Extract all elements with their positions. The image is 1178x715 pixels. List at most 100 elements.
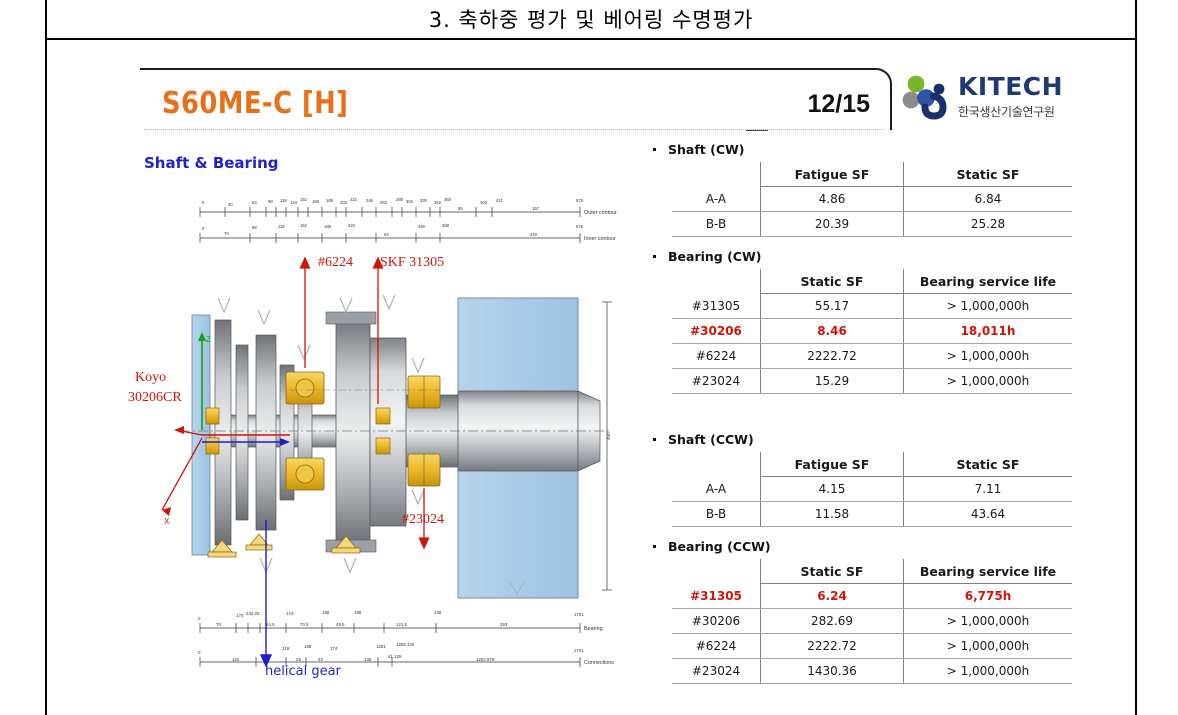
panel-spacer	[650, 398, 1070, 432]
svg-text:220: 220	[530, 232, 538, 237]
svg-text:368: 368	[442, 223, 450, 228]
col-header-0	[672, 452, 761, 477]
caption-text: Bearing (CCW)	[668, 539, 771, 554]
svg-text:49.5: 49.5	[336, 622, 345, 627]
deck-title: S60ME-C [H]	[162, 86, 349, 121]
table-row: #23024 15.29 > 1,000,000h	[672, 368, 1072, 394]
table-row-highlighted: #31305 6.24 6,775h	[672, 583, 1072, 609]
col-header-2: Static SF	[903, 452, 1072, 477]
table-bearing-cw: Static SF Bearing service life #31305 55…	[672, 269, 1072, 394]
svg-text:185: 185	[326, 198, 334, 203]
svg-text:202: 202	[340, 200, 348, 205]
cell-value: 43.64	[903, 501, 1072, 527]
svg-text:166: 166	[312, 199, 320, 204]
caption-bearing-cw: Bearing (CW)	[652, 249, 1070, 264]
cell-value: 18,011h	[903, 318, 1072, 344]
svg-text:0: 0	[198, 650, 201, 655]
svg-text:1701: 1701	[574, 612, 584, 617]
helical-gear-body	[255, 334, 277, 531]
cell-label: #31305	[672, 293, 761, 319]
cell-label: #23024	[672, 658, 761, 684]
bullet-icon	[653, 148, 656, 151]
svg-text:368: 368	[444, 197, 452, 202]
svg-text:44.5: 44.5	[266, 622, 275, 627]
table-bearing-ccw: Static SF Bearing service life #31305 6.…	[672, 559, 1072, 684]
caption-shaft-ccw: Shaft (CCW)	[652, 432, 1070, 447]
svg-text:118: 118	[278, 224, 285, 229]
cell-label: B-B	[672, 211, 761, 237]
col-header-1: Static SF	[760, 559, 904, 584]
annotation-helical-gear: helical gear	[265, 664, 341, 679]
svg-text:98: 98	[268, 199, 273, 204]
svg-text:115: 115	[232, 657, 240, 662]
table-header-row: Fatigue SF Static SF	[672, 162, 1072, 187]
table-row: #30206 282.69 > 1,000,000h	[672, 608, 1072, 634]
svg-text:1258.125: 1258.125	[396, 642, 415, 647]
col-header-2: Bearing service life	[903, 559, 1072, 584]
table-header-row: Static SF Bearing service life	[672, 559, 1072, 584]
cell-value: 2222.72	[760, 343, 904, 369]
kitech-logo: KITECH 한국생산기술연구원	[900, 72, 1080, 128]
kitech-wordmark: KITECH	[958, 72, 1064, 101]
svg-text:121.5: 121.5	[396, 622, 408, 627]
svg-text:222: 222	[350, 197, 358, 202]
svg-text:421: 421	[496, 198, 504, 203]
table-row: B-B 11.58 43.64	[672, 501, 1072, 527]
cell-value: 7.11	[903, 476, 1072, 502]
col-header-1: Fatigue SF	[760, 162, 904, 187]
annotation-bearing-23024: #23024	[402, 512, 444, 527]
svg-text:0: 0	[198, 616, 201, 621]
large-gear	[335, 317, 371, 547]
cell-label: A-A	[672, 186, 761, 212]
svg-text:70: 70	[216, 622, 221, 627]
caption-text: Bearing (CW)	[668, 249, 762, 264]
col-header-2: Static SF	[903, 162, 1072, 187]
results-tables-panel: Shaft (CW) Fatigue SF Static SF A-A 4.86…	[650, 142, 1072, 688]
bullet-icon	[653, 438, 656, 441]
header-connector-tick	[746, 130, 768, 131]
cell-value: > 1,000,000h	[903, 608, 1072, 634]
table-row: #31305 55.17 > 1,000,000h	[672, 293, 1072, 319]
cell-value: > 1,000,000h	[903, 293, 1072, 319]
table-row: A-A 4.15 7.11	[672, 476, 1072, 502]
annotation-koyo-30206cr: 30206CR	[128, 390, 182, 405]
cell-value: > 1,000,000h	[903, 658, 1072, 684]
svg-text:33: 33	[318, 657, 323, 662]
svg-text:25: 25	[296, 657, 301, 662]
table-block-shaft-ccw: Shaft (CCW) Fatigue SF Static SF A-A 4.1…	[650, 432, 1072, 527]
cell-label: A-A	[672, 476, 761, 502]
bullet-icon	[653, 255, 656, 258]
table-row: #6224 2222.72 > 1,000,000h	[672, 343, 1072, 369]
dim-label-inner-contour: Inner contour	[584, 236, 616, 242]
kitech-korean-name: 한국생산기술연구원	[958, 105, 1055, 119]
svg-text:152: 152	[300, 223, 308, 228]
col-header-2: Bearing service life	[903, 269, 1072, 294]
svg-text:246: 246	[366, 198, 374, 203]
table-row: #23024 1430.36 > 1,000,000h	[672, 658, 1072, 684]
svg-text:242.25: 242.25	[246, 611, 260, 616]
svg-text:70: 70	[224, 231, 229, 236]
cell-value: 15.29	[760, 368, 904, 394]
table-block-shaft-cw: Shaft (CW) Fatigue SF Static SF A-A 4.86…	[650, 142, 1072, 237]
cell-label: B-B	[672, 501, 761, 527]
table-row: #6224 2222.72 > 1,000,000h	[672, 633, 1072, 659]
svg-text:85: 85	[458, 206, 463, 211]
svg-text:136: 136	[364, 657, 372, 662]
table-shaft-ccw: Fatigue SF Static SF A-A 4.15 7.11 B-B 1…	[672, 452, 1072, 527]
svg-text:318: 318	[282, 646, 290, 651]
cell-label: #30206	[672, 318, 761, 344]
cell-label: #30206	[672, 608, 761, 634]
cell-value: > 1,000,000h	[903, 633, 1072, 659]
svg-text:174: 174	[286, 611, 294, 616]
cell-value: 1430.36	[760, 658, 904, 684]
table-block-bearing-ccw: Bearing (CCW) Static SF Bearing service …	[650, 539, 1072, 684]
dim-label-connections: Connections	[584, 660, 614, 666]
cell-value: 282.69	[760, 608, 904, 634]
caption-text: Shaft (CCW)	[668, 432, 754, 447]
svg-text:152: 152	[300, 197, 308, 202]
cell-value: 6.24	[760, 583, 904, 609]
cell-label: #31305	[672, 583, 761, 609]
col-header-0	[672, 559, 761, 584]
col-header-1: Fatigue SF	[760, 452, 904, 477]
annotation-koyo-brand: Koyo	[135, 370, 167, 385]
